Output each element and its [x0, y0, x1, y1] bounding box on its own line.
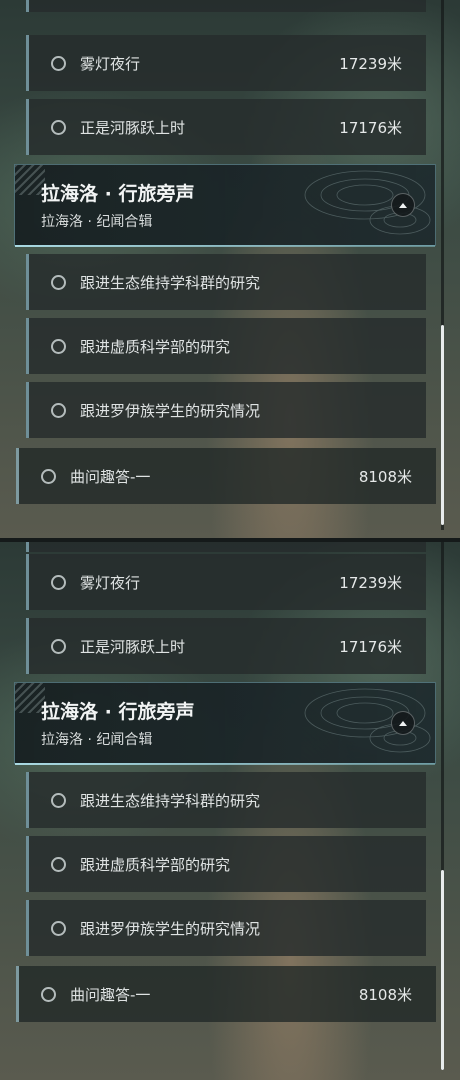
quest-task-item[interactable]: 跟进虚质科学部的研究: [26, 318, 426, 374]
radio-circle-icon: [51, 338, 66, 354]
chevron-up-icon: [399, 721, 407, 726]
task-label: 跟进罗伊族学生的研究情况: [80, 919, 261, 938]
collapse-button[interactable]: [391, 193, 415, 217]
quest-group-header[interactable]: 拉海洛 · 行旅旁声 拉海洛 · 纪闻合辑: [14, 164, 436, 247]
quest-item[interactable]: 正是河豚跃上时 17176米: [26, 99, 426, 155]
quest-distance: 17176米: [339, 637, 402, 656]
quest-list-panel-top: 雾灯夜行 17239米 正是河豚跃上时 17176米 拉海洛 · 行旅旁声 拉海…: [0, 0, 460, 540]
radio-circle-icon: [51, 792, 66, 808]
scrollbar-thumb[interactable]: [441, 870, 444, 1070]
radio-circle-icon: [41, 986, 56, 1002]
quest-item[interactable]: 雾灯夜行 17239米: [26, 35, 426, 91]
group-title: 拉海洛 · 行旅旁声: [41, 183, 195, 205]
panel-divider: [0, 538, 460, 542]
group-subtitle: 拉海洛 · 纪闻合辑: [41, 732, 153, 748]
partial-list-item: [26, 0, 426, 12]
quest-list-panel-bottom: 雾灯夜行 17239米 正是河豚跃上时 17176米 拉海洛 · 行旅旁声 拉海…: [0, 540, 460, 1080]
radio-circle-icon: [51, 55, 66, 71]
task-label: 跟进虚质科学部的研究: [80, 337, 231, 356]
task-label: 跟进生态维持学科群的研究: [80, 273, 261, 292]
quest-item[interactable]: 曲问趣答-一 8108米: [16, 448, 436, 504]
quest-label: 正是河豚跃上时: [80, 118, 186, 137]
radio-circle-icon: [51, 920, 66, 936]
scrollbar-thumb[interactable]: [441, 325, 444, 525]
quest-distance: 17239米: [339, 573, 402, 592]
quest-label: 雾灯夜行: [80, 54, 141, 73]
radio-circle-icon: [51, 856, 66, 872]
radio-circle-icon: [51, 119, 66, 135]
quest-group-header[interactable]: 拉海洛 · 行旅旁声 拉海洛 · 纪闻合辑: [14, 682, 436, 765]
radio-circle-icon: [41, 468, 56, 484]
task-label: 跟进生态维持学科群的研究: [80, 791, 261, 810]
task-label: 跟进虚质科学部的研究: [80, 855, 231, 874]
quest-label: 曲问趣答-一: [70, 985, 151, 1004]
group-subtitle: 拉海洛 · 纪闻合辑: [41, 214, 153, 230]
quest-item[interactable]: 正是河豚跃上时 17176米: [26, 618, 426, 674]
quest-task-item[interactable]: 跟进生态维持学科群的研究: [26, 772, 426, 828]
radio-circle-icon: [51, 638, 66, 654]
radio-circle-icon: [51, 402, 66, 418]
group-title: 拉海洛 · 行旅旁声: [41, 701, 195, 723]
quest-task-item[interactable]: 跟进罗伊族学生的研究情况: [26, 382, 426, 438]
quest-item[interactable]: 曲问趣答-一 8108米: [16, 966, 436, 1022]
chevron-up-icon: [399, 203, 407, 208]
quest-distance: 17176米: [339, 118, 402, 137]
quest-task-item[interactable]: 跟进罗伊族学生的研究情况: [26, 900, 426, 956]
quest-task-item[interactable]: 跟进生态维持学科群的研究: [26, 254, 426, 310]
radio-circle-icon: [51, 274, 66, 290]
quest-label: 正是河豚跃上时: [80, 637, 186, 656]
quest-distance: 8108米: [358, 467, 412, 486]
quest-distance: 8108米: [358, 985, 412, 1004]
quest-distance: 17239米: [339, 54, 402, 73]
collapse-button[interactable]: [391, 711, 415, 735]
quest-task-item[interactable]: 跟进虚质科学部的研究: [26, 836, 426, 892]
quest-label: 曲问趣答-一: [70, 467, 151, 486]
radio-circle-icon: [51, 574, 66, 590]
task-label: 跟进罗伊族学生的研究情况: [80, 401, 261, 420]
quest-label: 雾灯夜行: [80, 573, 141, 592]
quest-item[interactable]: 雾灯夜行 17239米: [26, 554, 426, 610]
